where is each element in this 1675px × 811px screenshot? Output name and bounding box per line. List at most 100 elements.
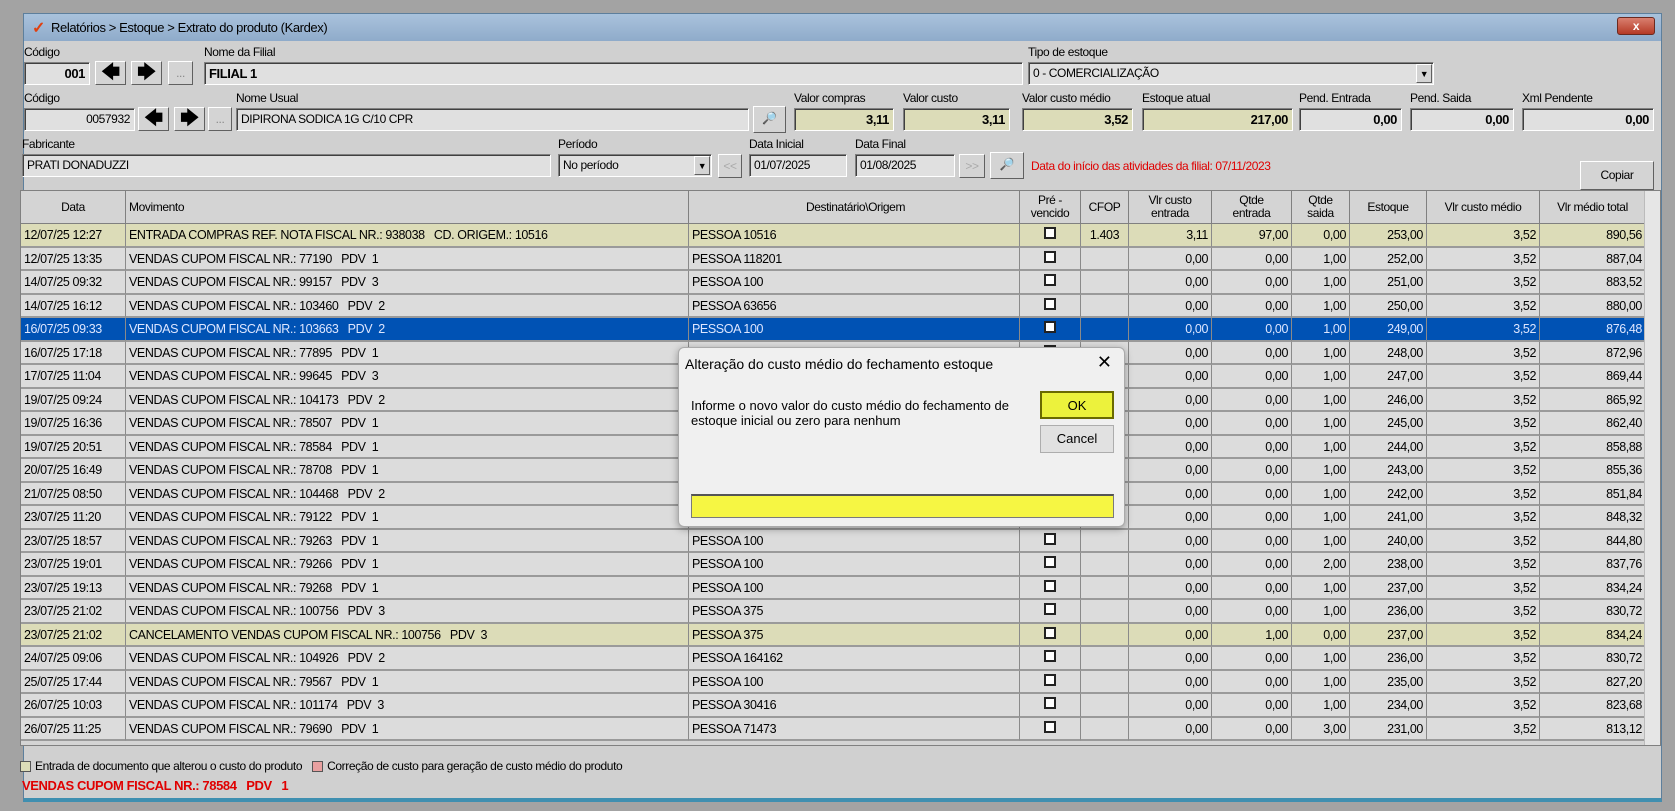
table-row[interactable]: 23/07/25 21:02 CANCELAMENTO VENDAS CUPOM … [21, 623, 1646, 647]
table-row[interactable]: 26/07/25 10:03 VENDAS CUPOM FISCAL NR.: 1… [21, 694, 1646, 718]
produto-nome-field[interactable]: DIPIRONA SODICA 1G C/10 CPR [236, 108, 749, 131]
column-header-estoque[interactable]: Estoque [1350, 191, 1427, 224]
cell-date: 17/07/25 11:04 [21, 365, 126, 389]
pre-vencido-checkbox[interactable] [1044, 532, 1056, 545]
pre-vencido-checkbox[interactable] [1044, 650, 1056, 662]
data-final-field[interactable]: 01/08/2025 [855, 154, 955, 177]
table-row[interactable]: 14/07/25 09:32 VENDAS CUPOM FISCAL NR.: 9… [21, 271, 1646, 295]
pre-vencido-checkbox[interactable] [1044, 321, 1056, 333]
table-row[interactable]: 23/07/25 19:13 VENDAS CUPOM FISCAL NR.: 7… [21, 576, 1646, 600]
cell-movement: VENDAS CUPOM FISCAL NR.: 99157 PDV 3 [126, 271, 689, 295]
pre-vencido-checkbox[interactable] [1044, 697, 1056, 709]
dialog-close-icon[interactable]: ✕ [1097, 352, 1112, 373]
copiar-button[interactable]: Copiar [1580, 161, 1654, 190]
column-header-pre-vencido[interactable]: Pré - vencido [1020, 191, 1081, 224]
table-row[interactable]: 14/07/25 16:12 VENDAS CUPOM FISCAL NR.: 1… [21, 294, 1646, 318]
column-header-qtde-saida[interactable]: Qtde saida [1292, 191, 1350, 224]
cell-qtde-saida: 1,00 [1292, 647, 1350, 671]
arrow-left-icon: 🡄 [144, 108, 163, 128]
column-header-movement[interactable]: Movimento [126, 191, 689, 224]
produto-codigo-field[interactable]: 0057932 [24, 108, 135, 131]
periodo-select[interactable]: No período ▼ [558, 154, 712, 177]
custo-medio-input[interactable] [691, 494, 1114, 518]
cell-vlr-medio-total: 827,20 [1540, 670, 1646, 694]
column-header-vlr-medio-total[interactable]: Vlr médio total [1540, 191, 1646, 224]
pre-vencido-checkbox[interactable] [1044, 673, 1056, 686]
valor-custo-medio-label: Valor custo médio [1022, 91, 1111, 105]
cell-cfop [1081, 294, 1129, 318]
pre-vencido-checkbox[interactable] [1044, 603, 1056, 615]
pre-vencido-checkbox[interactable] [1044, 297, 1056, 310]
column-header-cfop[interactable]: CFOP [1081, 191, 1129, 224]
vertical-scrollbar[interactable] [1644, 191, 1660, 745]
cancel-button[interactable]: Cancel [1040, 425, 1114, 453]
search-produto-button[interactable]: ... [208, 107, 232, 131]
cell-vlr-custo-medio: 3,52 [1427, 553, 1540, 577]
produto-nome-label: Nome Usual [236, 91, 299, 105]
search-filial-button[interactable]: ... [168, 61, 193, 85]
prev-filial-button[interactable]: 🡄 [95, 61, 126, 85]
filial-nome-field[interactable]: FILIAL 1 [204, 62, 1023, 85]
table-row-selected[interactable]: 16/07/25 09:33 VENDAS CUPOM FISCAL NR.: 1… [21, 318, 1646, 342]
next-period-button[interactable]: >> [959, 154, 985, 178]
cell-movement: VENDAS CUPOM FISCAL NR.: 77190 PDV 1 [126, 247, 689, 271]
pre-vencido-checkbox[interactable] [1044, 274, 1056, 286]
pre-vencido-checkbox[interactable] [1044, 720, 1056, 733]
pre-vencido-checkbox[interactable] [1044, 626, 1056, 639]
lookup-produto-button[interactable]: 🔎 [753, 106, 786, 133]
column-header-qtde-entrada[interactable]: Qtde entrada [1212, 191, 1292, 224]
ok-button[interactable]: OK [1040, 391, 1114, 419]
cell-vlr-custo-medio: 3,52 [1427, 294, 1540, 318]
cell-vlr-custo-medio: 3,52 [1427, 576, 1540, 600]
prev-produto-button[interactable]: 🡄 [138, 107, 169, 131]
chevron-down-icon[interactable]: ▼ [694, 156, 710, 175]
table-row[interactable]: 23/07/25 19:01 VENDAS CUPOM FISCAL NR.: 7… [21, 553, 1646, 577]
cell-estoque: 242,00 [1350, 482, 1427, 506]
cell-vlr-custo-entrada: 0,00 [1129, 435, 1212, 459]
table-row[interactable]: 12/07/25 12:27 ENTRADA COMPRAS REF. NOTA … [21, 224, 1646, 248]
column-header-destination[interactable]: Destinatário\Origem [689, 191, 1020, 224]
filial-codigo-field[interactable]: 001 [24, 62, 90, 85]
table-row[interactable]: 25/07/25 17:44 VENDAS CUPOM FISCAL NR.: 7… [21, 670, 1646, 694]
data-inicial-field[interactable]: 01/07/2025 [749, 154, 847, 177]
cell-vlr-custo-medio: 3,52 [1427, 694, 1540, 718]
table-row[interactable]: 23/07/25 18:57 VENDAS CUPOM FISCAL NR.: 7… [21, 529, 1646, 553]
pre-vencido-checkbox[interactable] [1044, 579, 1056, 592]
pre-vencido-checkbox[interactable] [1044, 250, 1056, 263]
cell-estoque: 252,00 [1350, 247, 1427, 271]
tipo-estoque-select[interactable]: 0 - COMERCIALIZAÇÃO ▼ [1028, 62, 1434, 85]
table-row[interactable]: 23/07/25 21:02 VENDAS CUPOM FISCAL NR.: 1… [21, 600, 1646, 624]
fabricante-field[interactable]: PRATI DONADUZZI [22, 154, 551, 177]
search-button[interactable]: 🔎 [990, 152, 1024, 179]
cell-vlr-custo-medio: 3,52 [1427, 623, 1540, 647]
cell-date: 12/07/25 12:27 [21, 224, 126, 248]
title-bar: ✓ Relatórios > Estoque > Extrato do prod… [24, 14, 1661, 41]
cell-estoque: 250,00 [1350, 294, 1427, 318]
fabricante-label: Fabricante [22, 137, 75, 151]
cell-vlr-custo-medio: 3,52 [1427, 318, 1540, 342]
cell-movement: VENDAS CUPOM FISCAL NR.: 104468 PDV 2 [126, 482, 689, 506]
cell-vlr-custo-entrada: 0,00 [1129, 365, 1212, 389]
cell-vlr-medio-total: 872,96 [1540, 341, 1646, 365]
pre-vencido-checkbox[interactable] [1044, 227, 1056, 239]
cell-qtde-entrada: 97,00 [1212, 224, 1292, 248]
cell-vlr-custo-medio: 3,52 [1427, 341, 1540, 365]
prev-period-button[interactable]: << [718, 154, 742, 178]
pre-vencido-checkbox[interactable] [1044, 556, 1056, 568]
next-filial-button[interactable]: 🡆 [131, 61, 162, 85]
cell-vlr-custo-medio: 3,52 [1427, 365, 1540, 389]
app-logo-icon: ✓ [32, 19, 46, 37]
next-produto-button[interactable]: 🡆 [174, 107, 205, 131]
cell-vlr-custo-medio: 3,52 [1427, 271, 1540, 295]
chevron-down-icon[interactable]: ▼ [1416, 64, 1432, 83]
table-row[interactable]: 12/07/25 13:35 VENDAS CUPOM FISCAL NR.: 7… [21, 247, 1646, 271]
table-row[interactable]: 26/07/25 11:25 VENDAS CUPOM FISCAL NR.: 7… [21, 717, 1646, 741]
cell-vlr-custo-medio: 3,52 [1427, 647, 1540, 671]
column-header-vlr-custo-entrada[interactable]: Vlr custo entrada [1129, 191, 1212, 224]
table-row[interactable]: 24/07/25 09:06 VENDAS CUPOM FISCAL NR.: 1… [21, 647, 1646, 671]
column-header-date[interactable]: Data [21, 191, 126, 224]
cell-vlr-custo-entrada: 0,00 [1129, 388, 1212, 412]
magnifier-icon: 🔎 [999, 157, 1015, 171]
close-window-button[interactable]: x [1617, 17, 1655, 35]
column-header-vlr-custo-medio[interactable]: Vlr custo médio [1427, 191, 1540, 224]
